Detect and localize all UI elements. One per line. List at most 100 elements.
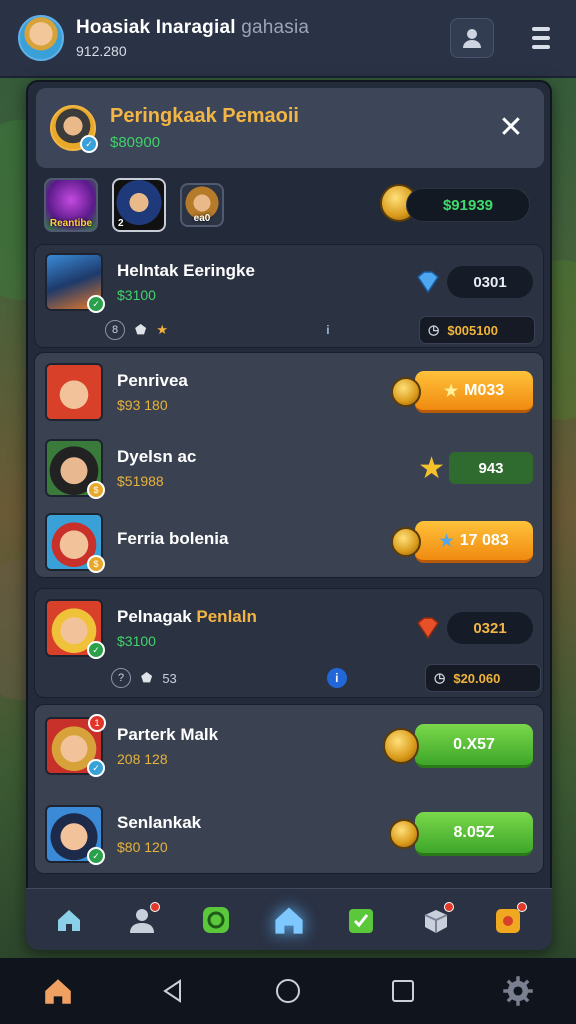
info-icon[interactable]: i (318, 320, 338, 340)
entry-portrait: ✓ (45, 599, 105, 659)
leader-avatar: ✓ (50, 105, 98, 153)
entry-score: 0321 (447, 612, 533, 644)
notification-badge: 1 (88, 714, 106, 732)
entry-name: Helntak Eeringke (117, 261, 255, 280)
shield-badge-icon: ✓ (87, 847, 105, 865)
entry-name: Parterk Malk (117, 725, 219, 744)
leaderboard-header: ✓ Peringkaak Pemaoii $80900 ✕ (36, 88, 544, 168)
coin-badge-icon: $ (87, 555, 105, 573)
menu-button[interactable] (524, 18, 558, 58)
player-avatar[interactable] (18, 15, 64, 61)
profile-button[interactable] (450, 18, 494, 58)
info-icon[interactable]: i (326, 668, 347, 688)
list-item[interactable]: Penrivea $93 180 ★ M033 (35, 357, 543, 427)
total-score: $91939 (406, 188, 530, 222)
back-button[interactable] (153, 971, 193, 1011)
notification-dot (443, 901, 454, 912)
list-item[interactable]: $ Dyelsn ac $51988 ★ 943 (35, 433, 543, 503)
entry-stats: ? ⬟ 53 i ◷ $20.060 (111, 663, 541, 693)
close-button[interactable]: ✕ (494, 110, 528, 144)
shield-badge-icon: ✓ (87, 295, 105, 313)
system-home-button[interactable] (38, 971, 78, 1011)
collect-button[interactable]: 8.05Z (415, 812, 533, 856)
payout-value: $005100 (447, 322, 498, 338)
nav-home[interactable] (49, 900, 89, 940)
character-slot-3[interactable]: ea0 (180, 183, 224, 227)
bottom-nav (26, 888, 552, 950)
home-icon (57, 909, 80, 931)
character-label: 2 (118, 218, 124, 229)
entry-portrait: ✓ (45, 253, 105, 313)
claim-button[interactable]: ★ 17 083 (415, 521, 533, 563)
top-entry-card[interactable]: ✓ Helntak Eeringke $3100 0301 8 ⬟ ★ i ◷ … (34, 244, 544, 348)
list-item[interactable]: ✓ Senlankak $80 120 8.05Z (35, 799, 543, 869)
entry-name-accent: Penlaln (196, 607, 257, 626)
nav-shop[interactable] (489, 900, 529, 940)
entry-value: $3100 (117, 633, 156, 649)
ruby-icon (417, 617, 439, 640)
character-slot-2[interactable]: 2 (112, 178, 166, 232)
home-circle-button[interactable] (268, 971, 308, 1011)
diamond-icon (417, 271, 439, 294)
character-label: ea0 (193, 213, 211, 224)
star-small-icon: ★ (156, 322, 168, 337)
recent-apps-icon (392, 980, 415, 1002)
menu-icon (532, 27, 550, 31)
clock-icon: ◷ (434, 670, 446, 685)
nav-refresh[interactable] (196, 900, 236, 940)
shield-badge-icon: ✓ (87, 759, 105, 777)
circle-home-icon (275, 979, 300, 1003)
nav-home-active[interactable] (269, 900, 309, 940)
star-icon: ★ (443, 382, 459, 400)
nav-gift[interactable] (416, 900, 456, 940)
close-icon: ✕ (498, 110, 524, 144)
list-item[interactable]: $ Ferria bolenia ★ 17 083 (35, 507, 543, 577)
ranking-group-1: Penrivea $93 180 ★ M033 $ Dyelsn ac $519… (34, 352, 544, 578)
payout-pill: ◷ $20.060 (425, 664, 541, 692)
second-entry-card[interactable]: ✓ Pelnagak Penlaln $3100 0321 ? ⬟ 53 i ◷… (34, 588, 544, 698)
entry-stats: 8 ⬟ ★ i ◷ $005100 (105, 315, 535, 345)
entry-name: Dyelsn ac (117, 447, 197, 466)
payout-pill: ◷ $005100 (419, 316, 535, 344)
entry-name: Ferria bolenia (117, 529, 229, 548)
star-icon: ★ (439, 532, 454, 550)
entry-portrait: 1 ✓ (45, 714, 106, 777)
shield-badge-icon: ✓ (87, 641, 105, 659)
player-coins: 912.280 (76, 43, 127, 59)
leaderboard-panel: ✓ Peringkaak Pemaoii $80900 ✕ Reantibe 2… (26, 80, 552, 950)
entry-portrait (45, 363, 103, 421)
helmet-icon: ⬟ (141, 670, 153, 685)
system-nav-bar (0, 958, 576, 1024)
entry-value: $93 180 (117, 397, 168, 413)
entry-row: ✓ Helntak Eeringke $3100 0301 (35, 247, 543, 317)
coin-face-icon (389, 819, 419, 849)
clock-icon: ◷ (428, 322, 440, 337)
refresh-icon (202, 906, 229, 933)
notification-dot (517, 901, 528, 912)
payout-value: $20.060 (453, 670, 501, 686)
leaderboard-title: Peringkaak Pemaoii (110, 105, 299, 127)
claim-label: 17 083 (459, 531, 509, 549)
entry-row: ✓ Pelnagak Penlaln $3100 0321 (35, 593, 543, 663)
rank-icon: ? (111, 668, 131, 688)
list-item[interactable]: 1 ✓ Parterk Malk 208 128 0.X57 (35, 711, 543, 781)
entry-portrait: ✓ (45, 805, 105, 865)
top-bar: Hoasiak Inaragial gahasia 912.280 (0, 0, 576, 78)
recent-apps-button[interactable] (383, 971, 423, 1011)
notification-dot (150, 901, 161, 912)
nav-friends[interactable] (122, 900, 162, 940)
collect-button[interactable]: 0.X57 (415, 724, 533, 768)
coin-face-icon (391, 527, 421, 557)
settings-button[interactable] (498, 971, 538, 1011)
claim-button[interactable]: ★ M033 (415, 371, 533, 413)
home-active-icon (275, 907, 303, 934)
nav-tasks[interactable] (342, 900, 382, 940)
player-name: Hoasiak Inaragial gahasia (76, 17, 310, 38)
tasks-icon (349, 908, 374, 933)
coin-stack-icon (383, 728, 419, 764)
coin-face-icon (391, 377, 421, 407)
rank-icon: 8 (105, 320, 125, 340)
character-slot-1[interactable]: Reantibe (44, 178, 98, 232)
entry-portrait: $ (45, 439, 105, 499)
profile-icon (463, 29, 481, 48)
